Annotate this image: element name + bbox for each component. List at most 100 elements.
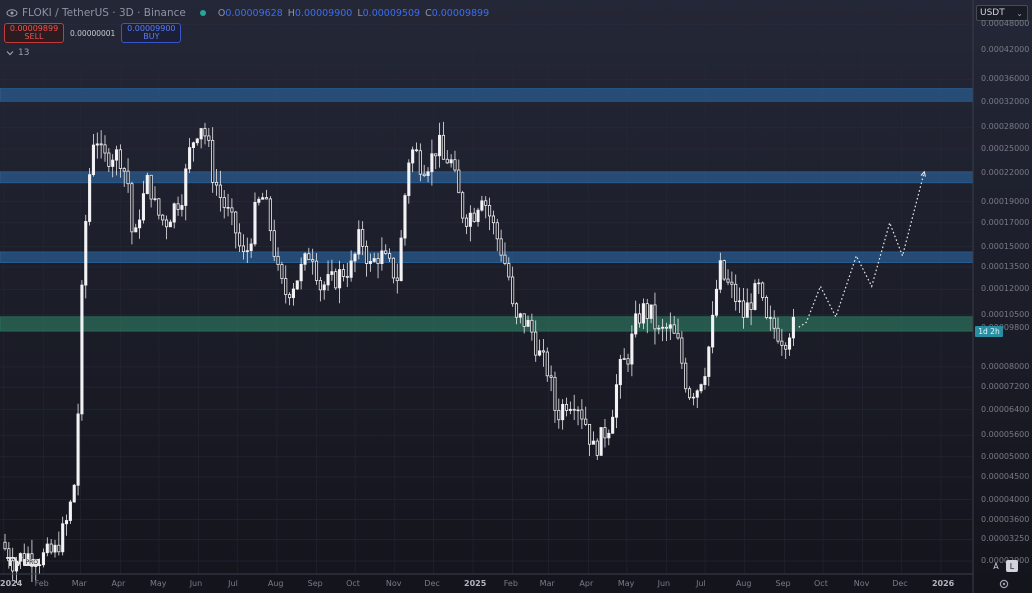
candle-body	[245, 250, 249, 253]
candle-body	[230, 207, 234, 213]
candle-body	[168, 221, 172, 228]
time-tick-label: Jun	[189, 579, 203, 588]
candle-body	[449, 159, 453, 164]
candle-body	[76, 413, 80, 486]
candle-body	[122, 168, 126, 172]
time-tick-label: Oct	[814, 579, 828, 588]
price-tick-label: 0.00025000	[981, 144, 1030, 154]
close-value: 0.00009899	[431, 7, 490, 19]
settings-icon[interactable]	[999, 579, 1009, 589]
candle-body	[99, 143, 103, 146]
candle-body	[418, 150, 422, 175]
time-tick-label: Aug	[267, 579, 284, 588]
price-chart[interactable]	[0, 0, 1032, 593]
candle-body	[672, 324, 676, 334]
candle-body	[388, 253, 392, 259]
candle-body	[772, 317, 776, 329]
price-tick-label: 0.00048000	[981, 19, 1030, 29]
candle-body	[141, 193, 146, 221]
candle-body	[411, 149, 415, 164]
candle-body	[534, 331, 538, 356]
time-tick-label: Jun	[657, 579, 671, 588]
candle-body	[749, 302, 753, 310]
candle-body	[88, 174, 92, 222]
high-key: H	[287, 7, 295, 19]
candle-body	[64, 520, 69, 525]
candle-body	[514, 303, 519, 318]
spread-value: 0.00000001	[70, 28, 116, 38]
candle-body	[153, 198, 157, 200]
price-tick-label: 0.00032000	[981, 96, 1030, 106]
candle-body	[511, 276, 515, 305]
candle-body	[661, 326, 665, 329]
candle-body	[95, 143, 99, 146]
candle-body	[649, 304, 653, 319]
candle-body	[57, 544, 61, 553]
candle-body	[341, 269, 345, 277]
time-tick-label: Dec	[892, 579, 908, 588]
low-value: 0.00009509	[362, 7, 421, 19]
candle-body	[284, 278, 288, 295]
candle-body	[653, 304, 657, 330]
sell-button[interactable]: 0.00009899 SELL	[4, 23, 64, 43]
candle-body	[272, 230, 276, 257]
buy-button[interactable]: 0.00009900 BUY	[121, 23, 182, 43]
time-tick-label: Oct	[346, 579, 360, 588]
candle-body	[234, 211, 238, 234]
time-tick-label: Nov	[385, 579, 402, 588]
candle-body	[176, 203, 180, 210]
candle-body	[599, 427, 603, 456]
auto-scale-button[interactable]: A	[990, 560, 1002, 572]
time-tick-label: 2024	[0, 579, 23, 588]
candle-body	[118, 149, 122, 169]
candle-body	[203, 128, 207, 137]
candle-body	[253, 201, 257, 245]
candle-body	[553, 376, 557, 411]
price-tick-label: 0.00036000	[981, 74, 1030, 84]
candle-body	[745, 302, 749, 318]
time-tick-label: Feb	[503, 579, 518, 588]
candle-body	[691, 396, 695, 399]
price-tick-label: 0.00003250	[981, 534, 1030, 544]
candle-body	[607, 432, 611, 439]
candle-body	[372, 258, 376, 262]
indicators-toggle[interactable]: 13	[6, 48, 29, 58]
open-value: 0.00009628	[225, 7, 283, 19]
candle-body	[238, 232, 242, 247]
eye-icon[interactable]	[6, 7, 18, 19]
candle-body	[676, 332, 680, 339]
candle-body	[784, 344, 788, 350]
candle-body	[526, 319, 530, 327]
candle-body	[53, 544, 57, 553]
projection-path	[798, 171, 925, 328]
time-tick-label: Nov	[853, 579, 870, 588]
candle-body	[207, 135, 211, 141]
candle-body	[430, 153, 434, 173]
candle-body	[588, 423, 592, 445]
price-tick-label: 0.00013500	[981, 261, 1030, 271]
candle-body	[422, 173, 426, 176]
time-tick-label: Jul	[228, 579, 238, 588]
candle-body	[103, 144, 107, 154]
candle-body	[684, 362, 688, 390]
price-tick-label: 0.00008000	[981, 361, 1030, 371]
candle-body	[761, 282, 765, 298]
candle-body	[291, 288, 295, 299]
candle-body	[130, 183, 134, 233]
candle-body	[249, 243, 253, 252]
log-scale-button[interactable]: L	[1006, 560, 1018, 572]
candle-body	[630, 333, 634, 365]
candle-body	[568, 408, 572, 411]
time-tick-label: Mar	[71, 579, 87, 588]
candle-body	[314, 260, 319, 281]
candle-body	[172, 203, 176, 223]
candle-body	[618, 359, 622, 386]
candle-body	[226, 206, 230, 209]
candle-body	[184, 168, 188, 206]
candle-body	[441, 134, 445, 160]
candle-body	[576, 409, 580, 412]
candle-body	[564, 403, 569, 411]
time-tick-label: May	[617, 579, 635, 588]
high-value: 0.00009900	[294, 7, 353, 19]
candle-body	[480, 200, 484, 211]
